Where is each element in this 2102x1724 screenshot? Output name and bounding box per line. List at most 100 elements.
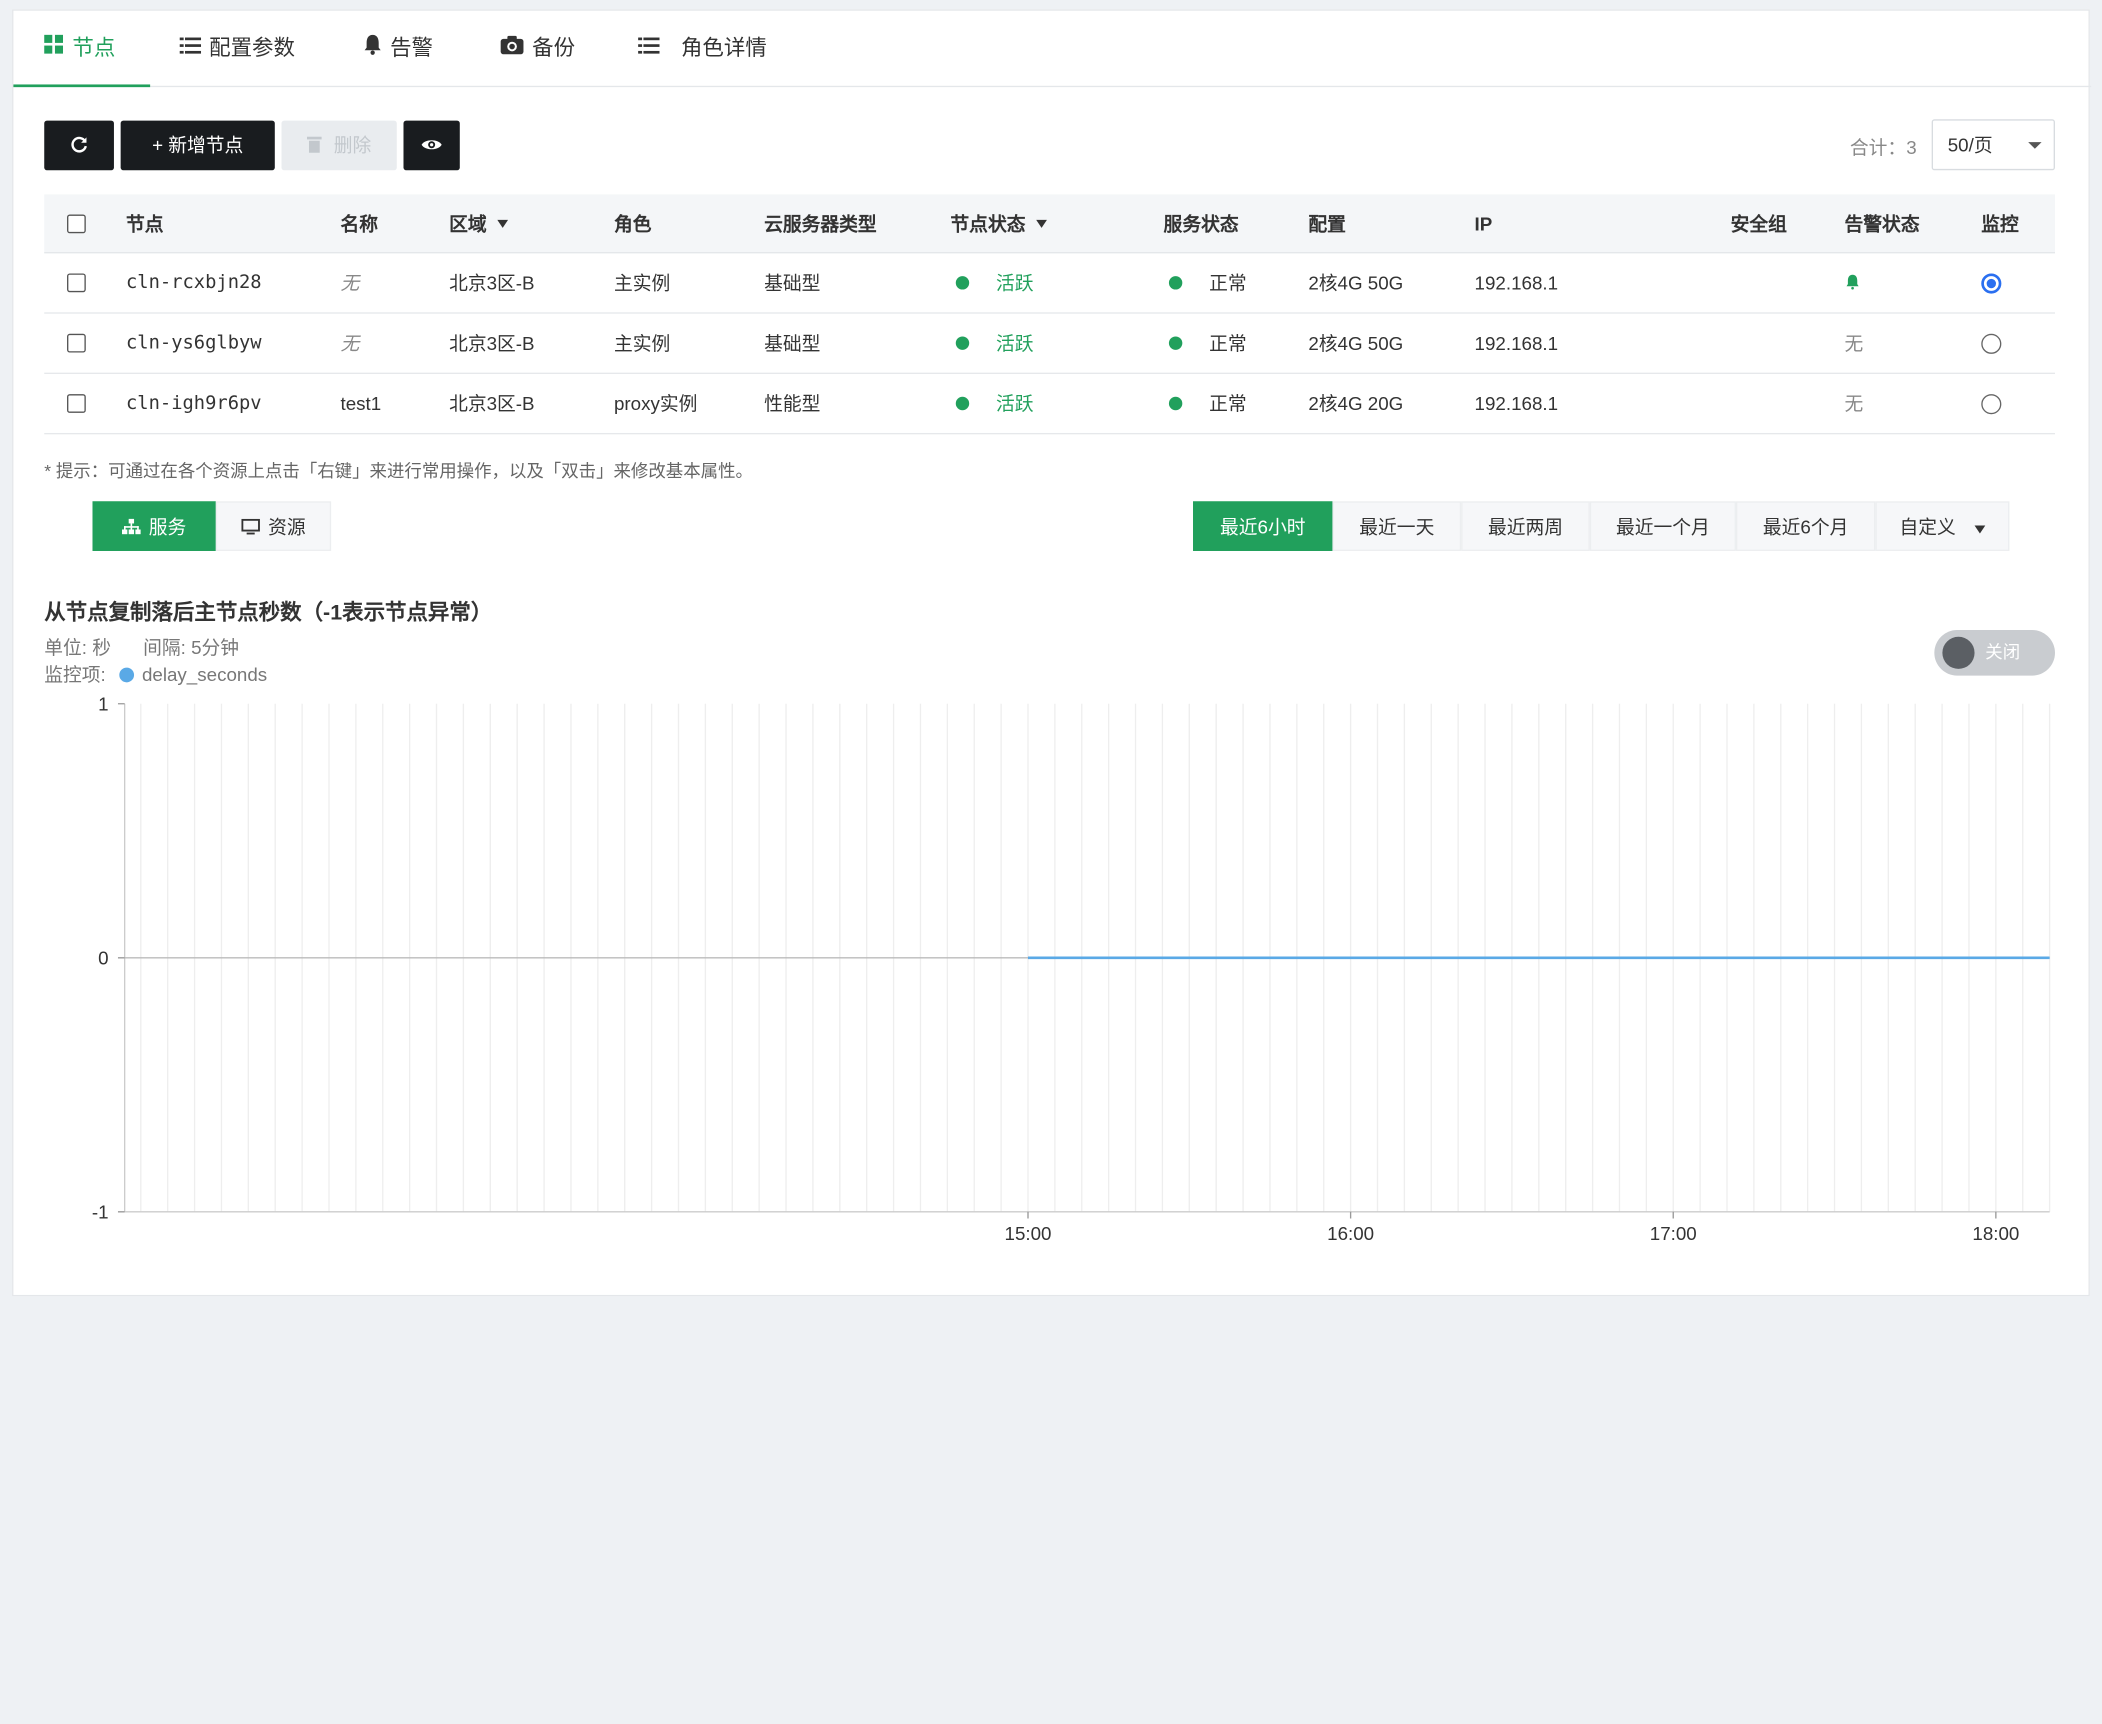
add-node-button[interactable]: + 新增节点 bbox=[120, 120, 275, 171]
node-role: 主实例 bbox=[613, 272, 671, 294]
node-name: 无 bbox=[340, 272, 360, 294]
status-dot bbox=[1168, 336, 1183, 350]
node-server-type: 基础型 bbox=[764, 272, 821, 294]
eye-icon bbox=[421, 134, 442, 155]
node-name: test1 bbox=[340, 392, 382, 415]
node-config: 2核4G 20G bbox=[1308, 392, 1404, 415]
node-region: 北京3区-B bbox=[449, 332, 535, 354]
list-icon bbox=[179, 11, 202, 87]
node-region: 北京3区-B bbox=[449, 392, 535, 415]
node-ip: 192.168.1 bbox=[1474, 332, 1559, 354]
range-1d-button[interactable]: 最近一天 bbox=[1332, 501, 1462, 551]
table-row[interactable]: cln-igh9r6pv test1 北京3区-B proxy实例 性能型 活跃… bbox=[44, 374, 2055, 435]
chart-title: 从节点复制落后主节点秒数（-1表示节点异常） bbox=[44, 601, 493, 625]
col-role: 角色 bbox=[613, 212, 652, 234]
caret-down-icon bbox=[1974, 525, 1986, 534]
node-ip: 192.168.1 bbox=[1474, 392, 1559, 415]
chart-area: 1 0 -1 15:00 16:00 17:00 18:00 bbox=[13, 681, 2091, 1257]
node-id[interactable]: cln-ys6glbyw bbox=[126, 314, 262, 373]
y-tick-label: 0 bbox=[98, 947, 108, 968]
node-id[interactable]: cln-igh9r6pv bbox=[126, 374, 262, 433]
node-config: 2核4G 50G bbox=[1308, 272, 1404, 294]
col-security-group: 安全组 bbox=[1730, 212, 1787, 234]
y-tick-label: -1 bbox=[92, 1202, 109, 1223]
node-ip: 192.168.1 bbox=[1474, 272, 1559, 294]
status-dot bbox=[1168, 276, 1183, 290]
x-tick-label: 17:00 bbox=[1650, 1223, 1697, 1244]
row-checkbox[interactable] bbox=[67, 374, 86, 433]
col-node: 节点 bbox=[126, 212, 164, 234]
col-region[interactable]: 区域 bbox=[449, 194, 509, 252]
tab-alerts[interactable]: 告警 bbox=[363, 11, 433, 87]
x-tick-label: 18:00 bbox=[1972, 1223, 2019, 1244]
tab-bar: 节点 配置参数 告警 备份 角色详情 bbox=[13, 11, 2092, 88]
delay-chart: 1 0 -1 15:00 16:00 17:00 18:00 bbox=[92, 693, 2051, 1244]
node-name: 无 bbox=[340, 332, 360, 354]
alert-status: 无 bbox=[1844, 332, 1864, 354]
node-region: 北京3区-B bbox=[449, 272, 535, 294]
delete-button[interactable]: 删除 bbox=[281, 120, 397, 171]
service-status: 正常 bbox=[1168, 314, 1247, 373]
grid-icon bbox=[43, 11, 64, 87]
col-alert-status: 告警状态 bbox=[1844, 212, 1920, 234]
bell-icon bbox=[363, 11, 382, 87]
service-status: 正常 bbox=[1168, 253, 1247, 312]
col-monitor: 监控 bbox=[1981, 212, 2019, 234]
node-status: 活跃 bbox=[955, 374, 1034, 433]
x-tick-label: 15:00 bbox=[1005, 1223, 1052, 1244]
node-server-type: 基础型 bbox=[764, 332, 821, 354]
chart-unit: 单位: 秒间隔: 5分钟 bbox=[44, 636, 240, 659]
refresh-button[interactable] bbox=[44, 120, 114, 171]
total-count: 合计：3 bbox=[1849, 136, 1917, 159]
col-node-status[interactable]: 节点状态 bbox=[950, 194, 1047, 252]
x-tick-label: 16:00 bbox=[1327, 1223, 1374, 1244]
camera-icon bbox=[500, 11, 524, 87]
table-header: 节点 名称 区域 角色 云服务器类型 节点状态 服务状态 配置 IP 安全组 告… bbox=[44, 194, 2055, 254]
alert-status: 无 bbox=[1844, 392, 1864, 415]
switch-knob bbox=[1942, 636, 1975, 669]
monitor-radio[interactable] bbox=[1981, 374, 2002, 433]
monitor-radio[interactable] bbox=[1981, 253, 2002, 312]
tab-backup[interactable]: 备份 bbox=[500, 11, 575, 87]
range-1m-button[interactable]: 最近一个月 bbox=[1589, 501, 1736, 551]
range-custom-select[interactable]: 自定义 bbox=[1875, 501, 2010, 551]
view-toggle-button[interactable] bbox=[403, 120, 460, 171]
chart-switch[interactable]: 关闭 bbox=[1934, 630, 2055, 676]
monitor-icon bbox=[241, 516, 268, 537]
node-config: 2核4G 50G bbox=[1308, 332, 1404, 354]
list-icon bbox=[638, 11, 660, 87]
status-dot bbox=[955, 396, 970, 411]
resource-view-button[interactable]: 资源 bbox=[215, 501, 332, 551]
status-dot bbox=[1168, 396, 1183, 411]
range-2w-button[interactable]: 最近两周 bbox=[1461, 501, 1590, 551]
table-row[interactable]: cln-rcxbjn28 无 北京3区-B 主实例 基础型 活跃 正常 2核4G… bbox=[44, 253, 2055, 314]
alert-status[interactable] bbox=[1845, 253, 1861, 312]
tab-config-params[interactable]: 配置参数 bbox=[179, 11, 295, 87]
col-config: 配置 bbox=[1308, 212, 1346, 234]
caret-down-icon bbox=[1036, 219, 1047, 228]
node-server-type: 性能型 bbox=[764, 392, 821, 415]
refresh-icon bbox=[70, 134, 89, 155]
trash-icon bbox=[307, 134, 334, 155]
col-ip: IP bbox=[1474, 212, 1493, 234]
page-size-select[interactable]: 50/页 bbox=[1931, 119, 2055, 171]
range-6h-button[interactable]: 最近6小时 bbox=[1193, 501, 1333, 551]
row-checkbox[interactable] bbox=[67, 253, 86, 312]
status-dot bbox=[955, 276, 970, 290]
service-view-button[interactable]: 服务 bbox=[92, 501, 216, 551]
nodes-table: 节点 名称 区域 角色 云服务器类型 节点状态 服务状态 配置 IP 安全组 告… bbox=[44, 194, 2055, 435]
service-status: 正常 bbox=[1168, 374, 1247, 433]
monitor-radio[interactable] bbox=[1981, 314, 2002, 373]
col-service-status: 服务状态 bbox=[1163, 212, 1239, 234]
node-role: proxy实例 bbox=[613, 392, 698, 415]
table-row[interactable]: cln-ys6glbyw 无 北京3区-B 主实例 基础型 活跃 正常 2核4G… bbox=[44, 314, 2055, 374]
caret-down-icon bbox=[497, 219, 509, 228]
range-6m-button[interactable]: 最近6个月 bbox=[1735, 501, 1876, 551]
select-all-checkbox[interactable] bbox=[67, 194, 86, 252]
row-checkbox[interactable] bbox=[67, 314, 86, 373]
tab-nodes[interactable]: 节点 bbox=[13, 11, 151, 88]
bell-icon bbox=[1845, 272, 1861, 293]
node-status: 活跃 bbox=[955, 314, 1034, 373]
tab-role-details[interactable]: 角色详情 bbox=[638, 11, 767, 87]
node-id[interactable]: cln-rcxbjn28 bbox=[126, 253, 262, 312]
